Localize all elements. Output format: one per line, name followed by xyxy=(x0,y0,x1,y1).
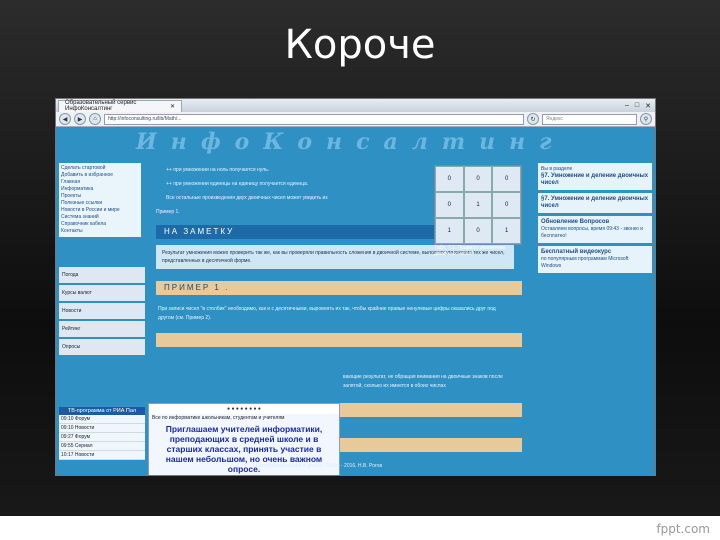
right-box-title: Бесплатный видеокурс xyxy=(541,249,612,255)
multiplication-table: 0 0 0 0 1 0 1 0 1 xyxy=(434,165,522,245)
tv-row[interactable]: 10:17 Новости xyxy=(59,451,145,460)
extra-text: вающие результат, не обращая внимания на… xyxy=(343,374,503,389)
reload-icon[interactable]: ↻ xyxy=(527,113,539,125)
example-header: ПРИМЕР 1 . xyxy=(156,281,522,295)
right-box[interactable]: Бесплатный видеокурс по популярным прогр… xyxy=(538,246,652,273)
tv-title[interactable]: ТВ-программа от РИА Пал xyxy=(59,407,145,415)
tv-row[interactable]: 09:10 Форум xyxy=(59,415,145,424)
popup-top-text: Все по информатике школьникам, студентам… xyxy=(152,415,285,421)
right-box[interactable]: Обновление Вопросов Оставляем вопросы, в… xyxy=(538,216,652,243)
menu-item[interactable]: Справочник кабела xyxy=(61,221,139,228)
home-icon[interactable]: ⌂ xyxy=(89,113,101,125)
right-box-sub: по популярным программам Microsoft Windo… xyxy=(541,256,629,269)
browser-titlebar: Образовательный сервис ИнфоКонсалтинг ✕ … xyxy=(56,99,655,112)
brand-footer: fppt.com xyxy=(656,522,710,536)
web-page: ИнфоКонсалтинг Сделать стартовой Добавит… xyxy=(56,127,655,475)
search-input[interactable]: Яндекс xyxy=(542,113,637,125)
menu-item[interactable]: Контакты xyxy=(61,228,139,235)
menu-item[interactable]: Проекты xyxy=(61,193,139,200)
table-cell: 0 xyxy=(463,218,493,244)
minimize-icon[interactable]: – xyxy=(625,102,629,110)
text-line: ++ при умножении единицы на единицу полу… xyxy=(166,181,309,187)
widget[interactable]: Новости xyxy=(59,303,145,319)
window-close-icon[interactable]: ✕ xyxy=(645,102,651,110)
table-cell: 1 xyxy=(492,218,521,244)
example-text: При записи чисел "в столбик" необходимо,… xyxy=(158,306,496,321)
tv-row[interactable]: 09:27 Форум xyxy=(59,433,145,442)
menu-item[interactable]: Полезные ссылки xyxy=(61,200,139,207)
tan-bar xyxy=(156,333,522,347)
right-box-title: Обновление Вопросов xyxy=(541,219,610,225)
table-cell: 0 xyxy=(463,166,493,192)
page-footer: Программирование и дизайн ©2006 - 2016, … xyxy=(256,463,383,469)
popup-strip: ● ● ● ● ● ● ● ● xyxy=(149,404,339,414)
widget[interactable]: Рейтинг xyxy=(59,321,145,337)
address-bar[interactable]: http://infoconsulting.ru/lib/Math/... xyxy=(104,113,524,125)
right-box-title: §7. Умножение и деление двоичных чисел xyxy=(541,196,649,209)
tv-row[interactable]: 09:55 Сериал xyxy=(59,442,145,451)
table-caption: Табл. 7.1. Правила умножения двоичных чи… xyxy=(434,245,506,257)
menu-item[interactable]: Информатика xyxy=(61,186,139,193)
close-icon[interactable]: ✕ xyxy=(170,103,175,110)
left-widgets: Погода Курсы валют Новости Рейтинг Опрос… xyxy=(59,267,145,357)
right-box-sub: Оставляем вопросы, время 09:43 - звонко … xyxy=(541,226,644,239)
menu-item[interactable]: Главная xyxy=(61,179,139,186)
maximize-icon[interactable]: □ xyxy=(635,102,639,110)
right-box[interactable]: Вы в разделе §7. Умножение и деление дво… xyxy=(538,163,652,190)
menu-item[interactable]: Система знаний xyxy=(61,214,139,221)
menu-item[interactable]: Сделать стартовой xyxy=(61,165,139,172)
site-logo[interactable]: ИнфоКонсалтинг xyxy=(136,129,566,155)
right-box-sub: Вы в разделе xyxy=(541,166,573,172)
left-menu: Сделать стартовой Добавить в избранное Г… xyxy=(59,163,141,237)
table-cell: 0 xyxy=(492,166,521,192)
bottom-band xyxy=(0,516,720,540)
search-icon[interactable]: ⚲ xyxy=(640,113,652,125)
back-icon[interactable]: ◀ xyxy=(59,113,71,125)
browser-window: Образовательный сервис ИнфоКонсалтинг ✕ … xyxy=(55,98,656,476)
browser-tab[interactable]: Образовательный сервис ИнфоКонсалтинг ✕ xyxy=(58,99,182,112)
tab-title: Образовательный сервис ИнфоКонсалтинг xyxy=(65,100,137,112)
menu-item[interactable]: Новости в России и мире xyxy=(61,207,139,214)
table-cell: 0 xyxy=(435,166,464,192)
text-line: ++ при умножении на ноль получается нуль… xyxy=(166,167,270,173)
table-cell: 1 xyxy=(463,192,493,218)
widget[interactable]: Опросы xyxy=(59,339,145,355)
widget[interactable]: Погода xyxy=(59,267,145,283)
widget[interactable]: Курсы валют xyxy=(59,285,145,301)
right-box[interactable]: §7. Умножение и деление двоичных чисел xyxy=(538,193,652,213)
table-cell: 1 xyxy=(435,218,464,244)
forward-icon[interactable]: ▶ xyxy=(74,113,86,125)
menu-item[interactable]: Добавить в избранное xyxy=(61,172,139,179)
tv-row[interactable]: 09:10 Новости xyxy=(59,424,145,433)
table-cell: 0 xyxy=(435,192,464,218)
right-box-title: §7. Умножение и деление двоичных чисел xyxy=(541,173,649,186)
text-line: Пример 1. xyxy=(156,209,180,215)
navigation-bar: ◀ ▶ ⌂ http://infoconsulting.ru/lib/Math/… xyxy=(56,112,655,127)
right-column: Вы в разделе §7. Умножение и деление дво… xyxy=(538,163,652,276)
tv-program: ТВ-программа от РИА Пал 09:10 Форум 09:1… xyxy=(59,407,145,460)
text-line: Все остальные произведения двух двоичных… xyxy=(166,195,328,201)
slide-title: Короче xyxy=(284,22,436,68)
table-cell: 0 xyxy=(492,192,521,218)
